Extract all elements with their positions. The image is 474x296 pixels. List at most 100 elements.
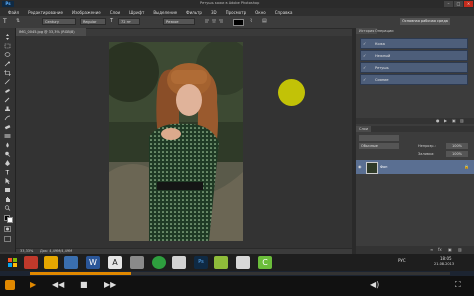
action-row[interactable]: ✓ Нежный bbox=[360, 50, 468, 61]
quick-mask-icon[interactable] bbox=[4, 226, 11, 232]
taskbar-folder-icon[interactable] bbox=[44, 256, 58, 269]
layer-filter-select[interactable] bbox=[359, 135, 399, 141]
menu-help[interactable]: Справка bbox=[275, 10, 293, 15]
opacity-field[interactable]: 100% bbox=[446, 143, 468, 149]
volume-icon[interactable]: ◀) bbox=[370, 280, 379, 289]
menu-image[interactable]: Изображение bbox=[72, 10, 101, 15]
action-row[interactable]: ✓ Сияние bbox=[360, 74, 468, 85]
tab-actions[interactable]: Операции bbox=[372, 28, 397, 34]
antialias-select[interactable]: Резкое bbox=[163, 18, 195, 25]
menu-edit[interactable]: Редактирование bbox=[28, 10, 63, 15]
checkmark-icon[interactable]: ✓ bbox=[363, 41, 368, 47]
taskbar-opera-icon[interactable] bbox=[24, 256, 38, 269]
gradient-tool-icon[interactable] bbox=[4, 133, 11, 139]
taskbar-fonts-icon[interactable]: A bbox=[108, 256, 122, 269]
history-brush-tool-icon[interactable] bbox=[4, 115, 11, 121]
menu-file[interactable]: Файл bbox=[8, 10, 19, 15]
menu-layers[interactable]: Слои bbox=[110, 10, 120, 15]
clone-stamp-tool-icon[interactable] bbox=[4, 106, 11, 112]
layer-row[interactable]: ◉ Фон 🔒 bbox=[356, 160, 474, 174]
taskbar-camtasia-icon[interactable]: C bbox=[258, 256, 272, 269]
pen-tool-icon[interactable] bbox=[4, 160, 11, 166]
document-photo[interactable] bbox=[109, 42, 243, 241]
dodge-tool-icon[interactable] bbox=[4, 151, 11, 157]
type-tool-icon[interactable]: T bbox=[4, 169, 11, 177]
shape-tool-icon[interactable] bbox=[4, 187, 11, 193]
menu-bar: Файл Редактирование Изображение Слои Шри… bbox=[0, 8, 474, 16]
menu-filter[interactable]: Фильтр bbox=[186, 10, 202, 15]
keyboard-language[interactable]: РУС bbox=[398, 258, 406, 263]
checkmark-icon[interactable]: ✓ bbox=[363, 77, 368, 83]
lasso-tool-icon[interactable] bbox=[4, 52, 11, 58]
crop-tool-icon[interactable] bbox=[4, 70, 11, 76]
menu-window[interactable]: Окно bbox=[255, 10, 266, 15]
new-action-icon[interactable]: ▣ bbox=[452, 118, 456, 123]
document-tab[interactable]: IMG_0045.jpg @ 33,3% (RGB/8) bbox=[16, 28, 86, 36]
color-swatches[interactable] bbox=[4, 215, 13, 223]
taskbar-green-app-icon[interactable] bbox=[152, 256, 166, 269]
record-icon[interactable]: ● bbox=[436, 118, 440, 123]
skip-back-icon[interactable]: ◀◀ bbox=[52, 280, 64, 289]
blend-mode-select[interactable]: Обычные bbox=[359, 143, 399, 149]
layer-name: Фон bbox=[380, 165, 388, 169]
trash-icon[interactable]: ▥ bbox=[458, 247, 462, 252]
orientation-toggle-icon[interactable]: ⇅ bbox=[16, 18, 24, 25]
eye-icon[interactable]: ◉ bbox=[358, 164, 362, 169]
play-icon[interactable]: ▶ bbox=[444, 118, 447, 123]
quick-select-tool-icon[interactable] bbox=[4, 61, 11, 67]
healing-brush-tool-icon[interactable] bbox=[4, 88, 11, 94]
trash-icon[interactable]: ▥ bbox=[460, 118, 464, 123]
new-layer-icon[interactable]: ▣ bbox=[448, 247, 452, 252]
close-icon[interactable]: × bbox=[464, 1, 473, 7]
move-tool-icon[interactable] bbox=[4, 34, 11, 40]
maximize-icon[interactable]: □ bbox=[454, 1, 463, 7]
font-style-select[interactable]: Regular bbox=[80, 18, 106, 25]
taskbar-app3-icon[interactable] bbox=[236, 256, 250, 269]
font-size-field[interactable]: 72 пт bbox=[118, 18, 140, 25]
taskbar-app-icon[interactable] bbox=[130, 256, 144, 269]
tab-layers[interactable]: Слои bbox=[356, 126, 372, 132]
checkmark-icon[interactable]: ✓ bbox=[363, 53, 368, 59]
link-layers-icon[interactable]: ∞ bbox=[430, 247, 433, 252]
taskbar-calculator-icon[interactable] bbox=[172, 256, 186, 269]
title-bar: Ps Ретушь кожи в Adobe Photoshop – □ × bbox=[0, 0, 474, 8]
warp-text-icon[interactable]: ⌇ bbox=[250, 18, 258, 25]
menu-type[interactable]: Шрифт bbox=[129, 10, 144, 15]
add-style-icon[interactable]: fx bbox=[438, 247, 442, 252]
brush-tool-icon[interactable] bbox=[4, 97, 11, 103]
zoom-tool-icon[interactable] bbox=[4, 205, 11, 211]
action-row[interactable]: ✓ Кожа bbox=[360, 38, 468, 49]
taskbar-photoshop-icon[interactable]: Ps bbox=[194, 256, 208, 269]
fill-field[interactable]: 100% bbox=[446, 151, 468, 157]
stop-icon[interactable]: ■ bbox=[80, 280, 88, 289]
font-family-select[interactable]: Century bbox=[42, 18, 76, 25]
window-title: Ретушь кожи в Adobe Photoshop bbox=[200, 1, 260, 5]
blur-tool-icon[interactable] bbox=[4, 142, 11, 148]
text-color-swatch[interactable] bbox=[233, 19, 244, 26]
action-row[interactable]: ✓ Ретушь bbox=[360, 62, 468, 73]
minimize-icon[interactable]: – bbox=[444, 1, 453, 7]
eyedropper-tool-icon[interactable] bbox=[4, 79, 11, 85]
checkmark-icon[interactable]: ✓ bbox=[363, 65, 368, 71]
align-buttons[interactable] bbox=[205, 19, 223, 24]
menu-select[interactable]: Выделение bbox=[153, 10, 177, 15]
eraser-tool-icon[interactable] bbox=[4, 124, 11, 130]
fullscreen-icon[interactable]: ⛶ bbox=[455, 280, 461, 290]
taskbar-app2-icon[interactable] bbox=[214, 256, 228, 269]
menu-3d[interactable]: 3D bbox=[211, 10, 217, 15]
type-tool-icon[interactable]: T bbox=[3, 18, 11, 25]
menu-view[interactable]: Просмотр bbox=[226, 10, 247, 15]
play-pause-icon[interactable]: ▶ bbox=[30, 280, 36, 289]
clock-date[interactable]: 21.08.2013 bbox=[434, 262, 454, 266]
path-select-tool-icon[interactable] bbox=[4, 178, 11, 184]
screen-mode-icon[interactable] bbox=[4, 236, 11, 242]
workspace-select[interactable]: Основная рабочая среда bbox=[400, 18, 450, 25]
hand-tool-icon[interactable] bbox=[4, 196, 11, 202]
marquee-tool-icon[interactable] bbox=[4, 43, 11, 49]
skip-forward-icon[interactable]: ▶▶ bbox=[104, 280, 116, 289]
taskbar-word-icon[interactable]: W bbox=[86, 256, 100, 269]
clock-time[interactable]: 18:05 bbox=[440, 256, 452, 261]
character-panel-icon[interactable]: ▤ bbox=[262, 18, 270, 25]
taskbar-explorer-icon[interactable] bbox=[64, 256, 78, 269]
windows-start-icon[interactable] bbox=[6, 256, 20, 269]
